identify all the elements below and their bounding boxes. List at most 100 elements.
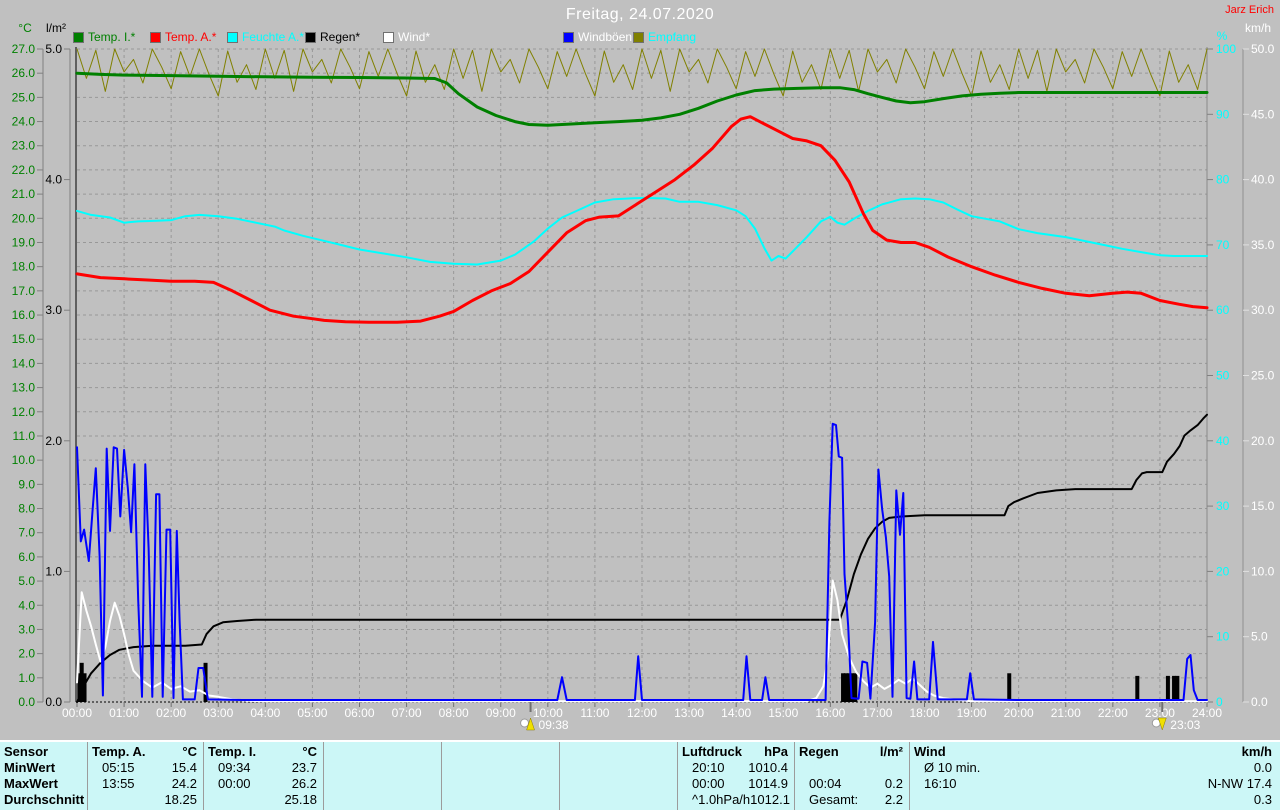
table-cell bbox=[799, 760, 809, 776]
svg-text:11.0: 11.0 bbox=[13, 429, 36, 443]
svg-text:0.0: 0.0 bbox=[18, 695, 35, 709]
svg-text:17.0: 17.0 bbox=[12, 284, 36, 298]
svg-text:25.0: 25.0 bbox=[12, 90, 36, 104]
table-cell: hPa bbox=[764, 744, 788, 759]
svg-text:04:00: 04:00 bbox=[250, 706, 280, 720]
table-cell: 1014.9 bbox=[748, 776, 788, 791]
svg-text:2.0: 2.0 bbox=[18, 647, 35, 661]
svg-text:35.0: 35.0 bbox=[1251, 238, 1275, 252]
table-cell: 00:04 bbox=[809, 776, 842, 791]
legend-label: Temp. I.* bbox=[88, 30, 136, 44]
table-column: Temp. I. °C 09:34 23.7 00:00 26.2 25.18 bbox=[204, 742, 324, 810]
table-column: Regen l/m² 00:04 0.2 Gesamt: 2.2 bbox=[795, 742, 910, 810]
svg-text:13.0: 13.0 bbox=[12, 381, 36, 395]
table-cell: 05:15 bbox=[102, 760, 135, 775]
table-cell: Wind bbox=[914, 744, 946, 759]
svg-text:09:00: 09:00 bbox=[486, 706, 516, 720]
legend-item: Temp. I.* bbox=[73, 30, 135, 44]
table-cell: Luftdruck bbox=[682, 744, 742, 759]
table-column: Luftdruck hPa 20:10 1010.4 00:00 1014.9 ^1.0hP… bbox=[678, 742, 795, 810]
svg-text:23.0: 23.0 bbox=[12, 139, 36, 153]
svg-text:09:38: 09:38 bbox=[539, 718, 569, 732]
table-cell: Regen bbox=[799, 744, 839, 759]
table-cell bbox=[564, 760, 574, 776]
svg-text:26.0: 26.0 bbox=[12, 66, 36, 80]
legend-item: Empfang bbox=[633, 30, 696, 44]
table-cell: 18.25 bbox=[164, 792, 197, 807]
table-cell: Ø 10 min. bbox=[924, 760, 981, 775]
weather-station-window: { "header": { "title": "Freitag, 24.07.2… bbox=[0, 0, 1280, 810]
table-cell: 15.4 bbox=[171, 760, 197, 775]
table-column bbox=[442, 742, 560, 810]
svg-text:4.0: 4.0 bbox=[18, 598, 35, 612]
svg-text:00:00: 00:00 bbox=[62, 706, 92, 720]
svg-text:08:00: 08:00 bbox=[439, 706, 469, 720]
legend-swatch-icon bbox=[633, 31, 644, 43]
table-cell bbox=[328, 760, 338, 776]
table-cell: ^1.0hPa/h bbox=[692, 792, 751, 807]
svg-text:60: 60 bbox=[1216, 303, 1230, 317]
svg-text:11:00: 11:00 bbox=[580, 706, 609, 720]
table-cell: 13:55 bbox=[102, 776, 135, 791]
svg-text:20.0: 20.0 bbox=[12, 211, 36, 225]
svg-text:21.0: 21.0 bbox=[12, 187, 36, 201]
svg-text:16.0: 16.0 bbox=[12, 308, 36, 322]
svg-text:10: 10 bbox=[1216, 630, 1230, 644]
svg-text:20.0: 20.0 bbox=[1251, 434, 1275, 448]
table-column bbox=[324, 742, 442, 810]
svg-text:24.0: 24.0 bbox=[12, 115, 36, 129]
legend-swatch-icon bbox=[73, 31, 84, 43]
svg-text:13:00: 13:00 bbox=[674, 706, 704, 720]
legend-item: Temp. A.* bbox=[150, 30, 216, 44]
svg-text:21:00: 21:00 bbox=[1051, 706, 1081, 720]
chart-legend: Temp. I.* Temp. A.* Feuchte A.* Regen* Wind*… bbox=[0, 30, 1280, 44]
svg-text:20:00: 20:00 bbox=[1004, 706, 1034, 720]
svg-text:40: 40 bbox=[1216, 434, 1230, 448]
legend-item: Regen* bbox=[305, 30, 360, 44]
svg-text:9.0: 9.0 bbox=[18, 477, 35, 491]
table-cell: km/h bbox=[1241, 744, 1272, 759]
table-cell: Sensor bbox=[4, 744, 49, 759]
svg-text:20: 20 bbox=[1216, 564, 1230, 578]
table-cell: 00:00 bbox=[692, 776, 725, 791]
legend-swatch-icon bbox=[563, 31, 574, 43]
svg-text:8.0: 8.0 bbox=[18, 502, 35, 516]
svg-text:3.0: 3.0 bbox=[18, 622, 35, 636]
table-cell: °C bbox=[302, 744, 317, 759]
svg-text:70: 70 bbox=[1216, 238, 1230, 252]
table-cell bbox=[446, 776, 456, 792]
table-cell: Temp. I. bbox=[208, 744, 257, 759]
table-cell: 0.2 bbox=[884, 776, 903, 791]
table-cell: l/m² bbox=[879, 744, 903, 759]
svg-text:50: 50 bbox=[1216, 369, 1230, 383]
table-cell: MaxWert bbox=[4, 776, 58, 791]
svg-text:0.0: 0.0 bbox=[1251, 695, 1268, 709]
table-cell: Temp. A. bbox=[92, 744, 146, 759]
svg-text:3.0: 3.0 bbox=[45, 303, 62, 317]
svg-text:1.0: 1.0 bbox=[45, 564, 62, 578]
svg-text:5.0: 5.0 bbox=[45, 42, 62, 56]
summary-table: Sensor MinWert MaxWert Durchschnitt Temp. A.… bbox=[0, 740, 1280, 810]
legend-label: Windböen bbox=[578, 30, 633, 44]
svg-text:5.0: 5.0 bbox=[18, 574, 35, 588]
legend-label: Empfang bbox=[648, 30, 697, 44]
table-cell: 00:00 bbox=[218, 776, 251, 791]
table-cell: N-NW 17.4 bbox=[1207, 776, 1272, 791]
svg-text:12.0: 12.0 bbox=[12, 405, 36, 419]
svg-text:2.0: 2.0 bbox=[45, 434, 62, 448]
table-cell: 2.2 bbox=[884, 792, 903, 807]
svg-text:17:00: 17:00 bbox=[862, 706, 892, 720]
svg-text:100: 100 bbox=[1216, 42, 1236, 56]
table-cell: Gesamt: bbox=[809, 792, 859, 807]
legend-item: Windböen bbox=[563, 30, 632, 44]
legend-label: Temp. A.* bbox=[165, 30, 217, 44]
svg-text:15:00: 15:00 bbox=[768, 706, 798, 720]
svg-text:18:00: 18:00 bbox=[909, 706, 939, 720]
table-cell: Durchschnitt bbox=[4, 792, 85, 807]
svg-text:02:00: 02:00 bbox=[156, 706, 186, 720]
table-cell bbox=[208, 792, 218, 808]
table-cell bbox=[328, 792, 338, 808]
svg-text:5.0: 5.0 bbox=[1251, 630, 1268, 644]
svg-text:16:00: 16:00 bbox=[815, 706, 845, 720]
svg-text:10.0: 10.0 bbox=[12, 453, 36, 467]
